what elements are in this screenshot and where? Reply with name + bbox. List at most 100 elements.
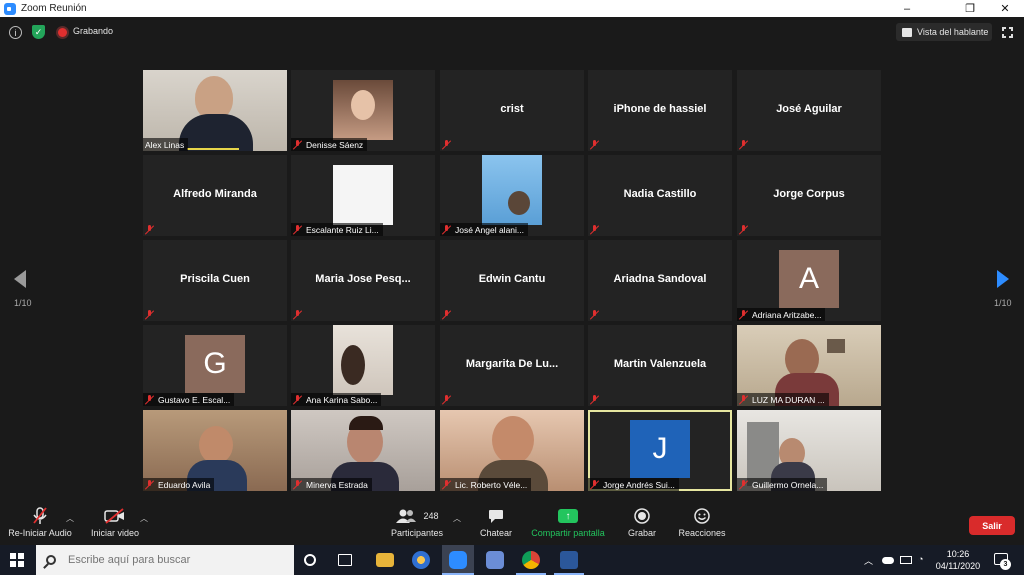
share-icon-wrap: ↑	[528, 507, 608, 525]
participant-name-center: Nadia Castillo	[623, 188, 697, 200]
participant-tile[interactable]: Nadia Castillo	[588, 155, 732, 236]
muted-mic-icon	[739, 479, 748, 490]
participant-label: Minerva Estrada	[291, 478, 372, 491]
participant-tile[interactable]: G Gustavo E. Escal...	[143, 325, 287, 406]
window-title: Zoom Reunión	[21, 3, 87, 14]
participant-tile[interactable]: Guillermo Ornela...	[737, 410, 881, 491]
search-icon	[46, 555, 56, 565]
participant-name: Adriana Aritzabe...	[752, 309, 822, 320]
participant-tile[interactable]: Maria Jose Pesq...	[291, 240, 435, 321]
participant-tile[interactable]: Priscila Cuen	[143, 240, 287, 321]
video-options-caret-icon[interactable]: ︿	[140, 513, 148, 524]
participant-tile[interactable]: Escalante Ruiz Li...	[291, 155, 435, 236]
participant-tile[interactable]: Jorge Corpus	[737, 155, 881, 236]
reactions-button[interactable]: Reacciones	[676, 507, 728, 543]
participant-tile[interactable]: Eduardo Avila	[143, 410, 287, 491]
video-button[interactable]: Iniciar video	[86, 507, 144, 543]
participant-label: LUZ MA DURAN ...	[737, 393, 829, 406]
close-button[interactable]: ✕	[988, 0, 1022, 17]
audio-button[interactable]: Re-Iniciar Audio	[6, 507, 74, 543]
participant-name: Escalante Ruiz Li...	[306, 224, 379, 235]
taskbar-search[interactable]	[36, 545, 294, 575]
windows-start-icon[interactable]	[10, 553, 24, 567]
participant-name: Eduardo Avila	[158, 479, 211, 490]
tray-expand-icon[interactable]: ︿	[864, 554, 873, 567]
participant-label: Ana Karina Sabo...	[291, 393, 382, 406]
meeting-topbar: i ✓ Grabando Vista del hablante	[0, 17, 1024, 47]
chat-button[interactable]: Chatear	[476, 507, 516, 543]
participant-label: Guillermo Ornela...	[737, 478, 828, 491]
participant-tile[interactable]: Margarita De Lu...	[440, 325, 584, 406]
participant-tile[interactable]: Ariadna Sandoval	[588, 240, 732, 321]
minimize-button[interactable]: –	[890, 0, 924, 17]
fullscreen-icon[interactable]	[1001, 26, 1014, 39]
participant-tile[interactable]: A Adriana Aritzabe...	[737, 240, 881, 321]
muted-mic-icon	[145, 224, 154, 235]
word-icon[interactable]	[560, 551, 578, 569]
participant-tile[interactable]: Ana Karina Sabo...	[291, 325, 435, 406]
participant-label: Alex Linas	[143, 138, 189, 151]
participant-tile[interactable]: Edwin Cantu	[440, 240, 584, 321]
participant-tile[interactable]: Lic. Roberto Véle...	[440, 410, 584, 491]
audio-options-caret-icon[interactable]: ︿	[66, 513, 74, 524]
browser-icon[interactable]	[412, 551, 430, 569]
participant-name: José Angel alani...	[455, 224, 524, 235]
muted-mic-icon	[590, 224, 599, 235]
participant-tile[interactable]: Minerva Estrada	[291, 410, 435, 491]
wifi-icon[interactable]: ◔	[918, 554, 923, 564]
participants-options-caret-icon[interactable]: ︿	[453, 513, 461, 524]
restore-button[interactable]: ❐	[953, 0, 987, 17]
participant-avatar: A	[779, 250, 839, 308]
chat-label: Chatear	[479, 528, 513, 538]
participant-label	[588, 223, 607, 236]
participant-tile[interactable]: Denisse Sáenz	[291, 70, 435, 151]
recording-icon	[58, 28, 67, 37]
participant-name: LUZ MA DURAN ...	[752, 394, 825, 405]
participant-tile[interactable]: Alex Linas	[143, 70, 287, 151]
previous-page-icon[interactable]	[14, 270, 26, 288]
info-icon[interactable]: i	[9, 26, 22, 39]
muted-mic-icon	[739, 224, 748, 235]
participant-tile[interactable]: José Aguilar	[737, 70, 881, 151]
muted-mic-icon	[739, 394, 748, 405]
participant-tile[interactable]: Alfredo Miranda	[143, 155, 287, 236]
record-button[interactable]: Grabar	[622, 507, 662, 543]
battery-icon[interactable]	[900, 556, 912, 564]
participant-label: Escalante Ruiz Li...	[291, 223, 383, 236]
task-view-icon[interactable]	[338, 554, 352, 566]
exit-button[interactable]: Salir	[969, 516, 1015, 535]
participant-label	[440, 308, 459, 321]
muted-mic-icon	[590, 394, 599, 405]
app-taskbar-icon[interactable]	[486, 551, 504, 569]
record-label: Grabar	[627, 528, 656, 538]
muted-mic-icon	[739, 309, 748, 320]
video-label: Iniciar video	[90, 528, 140, 538]
participants-label: Participantes	[390, 528, 444, 538]
participant-tile[interactable]: Martin Valenzuela	[588, 325, 732, 406]
share-screen-button[interactable]: ↑ Compartir pantalla	[528, 507, 608, 543]
encryption-shield-icon[interactable]: ✓	[32, 25, 45, 39]
chrome-icon[interactable]	[522, 551, 540, 569]
participant-tile[interactable]: LUZ MA DURAN ...	[737, 325, 881, 406]
participant-label	[143, 308, 162, 321]
muted-mic-icon	[739, 139, 748, 150]
taskbar-search-input[interactable]	[68, 554, 288, 566]
participant-label	[588, 138, 607, 151]
next-page-icon[interactable]	[997, 270, 1009, 288]
participant-tile[interactable]: iPhone de hassiel	[588, 70, 732, 151]
participant-label	[737, 223, 756, 236]
onedrive-icon[interactable]	[882, 557, 894, 564]
participant-name-center: Edwin Cantu	[478, 273, 546, 285]
zoom-taskbar-icon[interactable]	[449, 551, 467, 569]
participant-avatar: G	[185, 335, 245, 393]
participant-tile[interactable]: José Angel alani...	[440, 155, 584, 236]
reactions-label: Reacciones	[678, 528, 726, 538]
file-explorer-icon[interactable]	[376, 553, 394, 567]
participant-tile[interactable]: crist	[440, 70, 584, 151]
participant-label: Jorge Andrés Sui...	[588, 478, 679, 491]
cortana-icon[interactable]	[304, 554, 316, 566]
speaker-view-button[interactable]: Vista del hablante	[896, 23, 992, 41]
taskbar-clock[interactable]: 10:26 04/11/2020	[930, 548, 986, 572]
participants-button[interactable]: 248 Participantes	[386, 507, 448, 543]
participant-tile[interactable]: J Jorge Andrés Sui...	[588, 410, 732, 491]
